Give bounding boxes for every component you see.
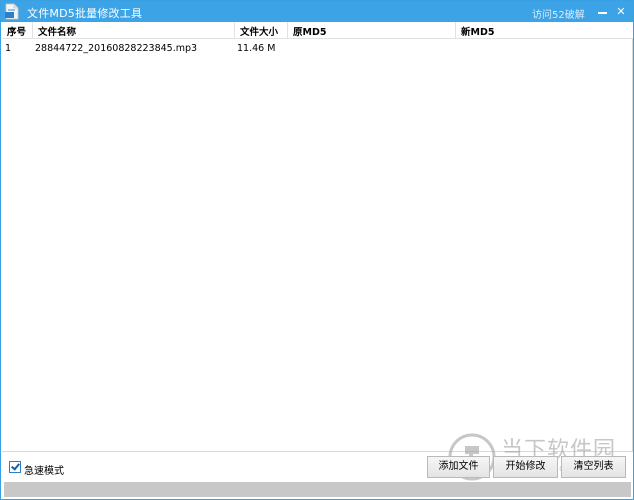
row-seq: 1 (5, 43, 12, 54)
clear-list-button[interactable]: 清空列表 (561, 456, 626, 478)
fast-mode-checkbox[interactable] (9, 461, 21, 473)
window-title: 文件MD5批量修改工具 (27, 7, 143, 20)
start-modify-button[interactable]: 开始修改 (493, 456, 558, 478)
close-button[interactable]: ✕ (612, 3, 630, 20)
column-header-name[interactable]: 文件名称 (33, 22, 235, 39)
minimize-icon (598, 12, 607, 14)
row-file-size: 11.46 M (237, 43, 276, 54)
file-list[interactable]: 序号 文件名称 文件大小 原MD5 新MD5 1 28844722_201608… (2, 22, 633, 452)
fast-mode-label[interactable]: 急速模式 (24, 462, 64, 477)
progress-bar (4, 482, 631, 497)
table-row[interactable]: 1 28844722_20160828223845.mp3 11.46 M (2, 40, 633, 56)
visit-52pojie-link[interactable]: 访问52破解 (532, 6, 585, 21)
column-header-size[interactable]: 文件大小 (235, 22, 288, 39)
minimize-button[interactable] (594, 3, 612, 20)
column-header-new-md5[interactable]: 新MD5 (456, 22, 633, 39)
app-document-icon (5, 3, 19, 20)
row-file-name: 28844722_20160828223845.mp3 (35, 43, 198, 54)
title-bar[interactable]: 文件MD5批量修改工具 访问52破解 ✕ (1, 1, 633, 22)
close-icon: ✕ (616, 5, 626, 18)
app-window: 文件MD5批量修改工具 访问52破解 ✕ 序号 文件名称 文件大小 原MD5 新… (0, 0, 634, 500)
column-header-orig-md5[interactable]: 原MD5 (288, 22, 456, 39)
list-header: 序号 文件名称 文件大小 原MD5 新MD5 (2, 22, 633, 39)
checkmark-icon (11, 461, 20, 471)
column-header-seq[interactable]: 序号 (2, 22, 33, 39)
add-file-button[interactable]: 添加文件 (427, 456, 490, 478)
